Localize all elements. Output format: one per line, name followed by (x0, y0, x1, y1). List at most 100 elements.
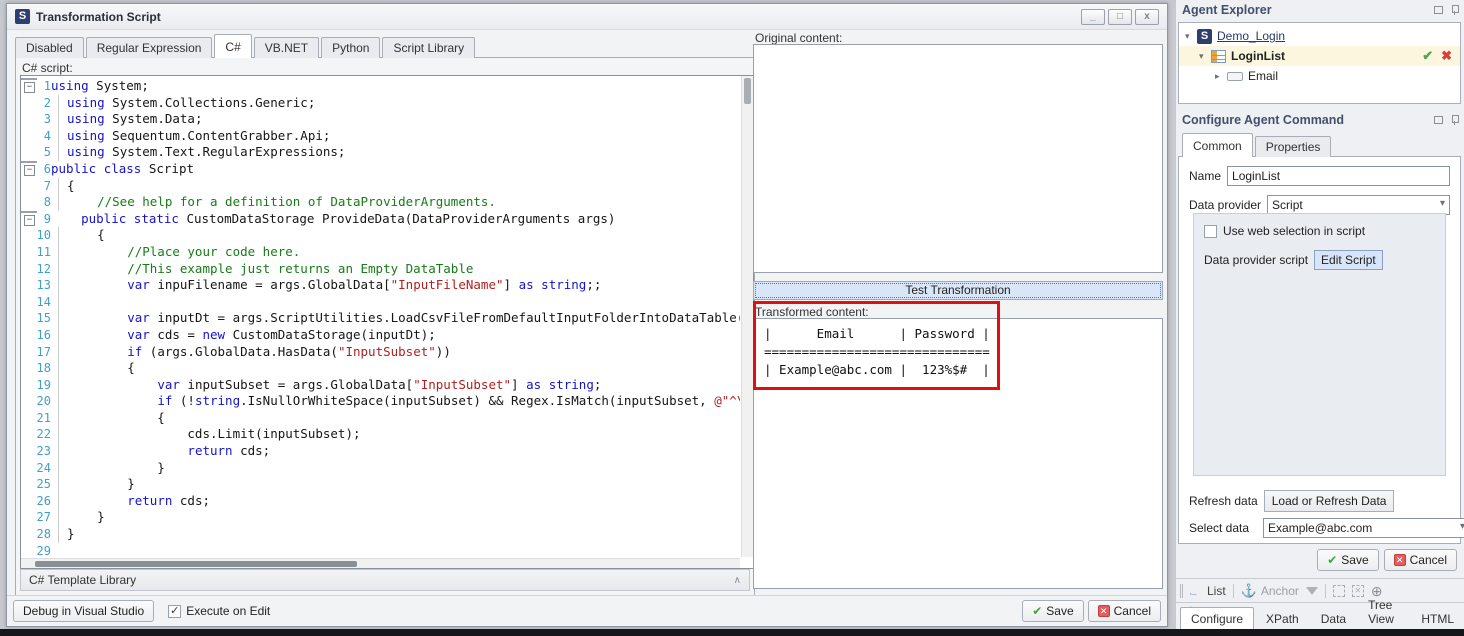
original-content-box[interactable] (753, 44, 1163, 273)
template-library-bar[interactable]: C# Template Library ∧ (20, 569, 750, 591)
pin-icon[interactable] (1451, 5, 1458, 15)
fold-margin[interactable] (51, 144, 67, 161)
collapse-icon[interactable]: ∧ (734, 575, 741, 586)
code-line[interactable]: 20 if (!string.IsNullOrWhiteSpace(inputS… (21, 393, 740, 410)
code-line[interactable]: 22 cds.Limit(inputSubset); (21, 426, 740, 443)
selection-box-icon[interactable] (1333, 585, 1345, 597)
dock-icon[interactable] (1434, 116, 1443, 124)
data-provider-select[interactable]: Script (1267, 195, 1450, 215)
fold-margin[interactable] (51, 460, 67, 477)
filter-icon[interactable] (1306, 587, 1318, 595)
cfg-tab-common[interactable]: Common (1182, 133, 1253, 157)
fold-margin[interactable] (51, 178, 67, 195)
code-line[interactable]: 8 //See help for a definition of DataPro… (21, 194, 740, 211)
fold-margin[interactable] (51, 410, 67, 427)
fold-margin[interactable] (51, 95, 67, 112)
code-line[interactable]: 3using System.Data; (21, 111, 740, 128)
fold-margin[interactable] (21, 161, 37, 163)
cancel-button[interactable]: ✕ Cancel (1088, 600, 1161, 622)
tab-python[interactable]: Python (321, 37, 380, 58)
config-save-button[interactable]: ✔ Save (1317, 549, 1378, 571)
fold-margin[interactable] (51, 111, 67, 128)
code-line[interactable]: 12 //This example just returns an Empty … (21, 261, 740, 278)
fold-margin[interactable] (51, 261, 67, 278)
tree-item-label[interactable]: Email (1248, 69, 1278, 83)
tab-disabled[interactable]: Disabled (15, 37, 84, 58)
view-tab-html[interactable]: HTML (1411, 608, 1464, 630)
code-line[interactable]: 18 { (21, 360, 740, 377)
debug-visual-studio-button[interactable]: Debug in Visual Studio (13, 600, 154, 622)
fold-margin[interactable] (51, 493, 67, 510)
fold-margin[interactable] (51, 327, 67, 344)
tree-item-email[interactable]: ▸ Email (1179, 66, 1460, 86)
code-line[interactable]: 7{ (21, 178, 740, 195)
tab-vb-net[interactable]: VB.NET (254, 37, 319, 58)
view-tab-tree-view[interactable]: Tree View (1358, 594, 1409, 630)
code-line[interactable]: 14 (21, 294, 740, 311)
code-line[interactable]: 15 var inputDt = args.ScriptUtilities.Lo… (21, 310, 740, 327)
fold-margin[interactable] (51, 526, 67, 543)
code-line[interactable]: 16 var cds = new CustomDataStorage(input… (21, 327, 740, 344)
maximize-button[interactable]: □ (1108, 9, 1132, 25)
config-cancel-button[interactable]: ✕ Cancel (1384, 549, 1457, 571)
code-line[interactable]: 19 var inputSubset = args.GlobalData["In… (21, 377, 740, 394)
name-input[interactable]: LoginList (1227, 166, 1450, 186)
tree-item-demo-login[interactable]: ▾ S Demo_Login (1179, 26, 1460, 46)
select-data-dropdown[interactable]: Example@abc.com (1263, 518, 1464, 538)
code-line[interactable]: 13 var inpuFilename = args.GlobalData["I… (21, 277, 740, 294)
caret-down-icon[interactable]: ▾ (1185, 31, 1197, 42)
save-button[interactable]: ✔ Save (1022, 600, 1083, 622)
close-button[interactable]: x (1135, 9, 1159, 25)
code-line[interactable]: 29 (21, 543, 740, 557)
code-line[interactable]: 17 if (args.GlobalData.HasData("InputSub… (21, 344, 740, 361)
test-transformation-button[interactable]: Test Transformation (753, 281, 1163, 300)
fold-margin[interactable] (51, 509, 67, 526)
fold-margin[interactable] (51, 277, 67, 294)
code-line[interactable]: 2using System.Collections.Generic; (21, 95, 740, 112)
code-line[interactable]: 1using System; (21, 78, 740, 95)
caret-down-icon[interactable]: ▾ (1199, 51, 1211, 62)
code-line[interactable]: 25 } (21, 476, 740, 493)
fold-margin[interactable] (51, 393, 67, 410)
execute-on-edit-checkbox[interactable]: ✓ (168, 605, 181, 618)
tree-item-label[interactable]: LoginList (1231, 49, 1285, 63)
editor-horizontal-scrollbar[interactable] (21, 558, 740, 568)
code-line[interactable]: 9 public static CustomDataStorage Provid… (21, 211, 740, 228)
fold-margin[interactable] (51, 194, 67, 211)
fold-margin[interactable] (51, 310, 67, 327)
list-button[interactable]: List (1190, 584, 1226, 598)
confirm-icon[interactable]: ✔ (1422, 48, 1433, 64)
view-tab-xpath[interactable]: XPath (1256, 608, 1309, 630)
transformed-content-box[interactable]: | Email | Password | ===================… (753, 318, 1163, 589)
fold-margin[interactable] (51, 128, 67, 145)
load-refresh-data-button[interactable]: Load or Refresh Data (1264, 490, 1395, 512)
view-tab-data[interactable]: Data (1311, 608, 1356, 630)
dialog-titlebar[interactable]: S Transformation Script _ □ x (7, 4, 1167, 30)
code-line[interactable]: 6public class Script (21, 161, 740, 178)
pin-icon[interactable] (1451, 115, 1458, 125)
fold-margin[interactable] (51, 227, 67, 244)
fold-margin[interactable] (51, 426, 67, 443)
fold-margin[interactable] (51, 476, 67, 493)
delete-icon[interactable]: ✖ (1441, 48, 1452, 64)
code-line[interactable]: 27 } (21, 509, 740, 526)
anchor-button[interactable]: ⚓ Anchor (1241, 583, 1299, 599)
fold-margin[interactable] (51, 443, 67, 460)
dock-icon[interactable] (1434, 6, 1443, 14)
code-line[interactable]: 26 return cds; (21, 493, 740, 510)
scrollbar-thumb[interactable] (35, 561, 357, 567)
code-line[interactable]: 21 { (21, 410, 740, 427)
scrollbar-thumb[interactable] (744, 78, 751, 104)
fold-margin[interactable] (21, 78, 37, 80)
code-line[interactable]: 5using System.Text.RegularExpressions; (21, 144, 740, 161)
caret-right-icon[interactable]: ▸ (1215, 71, 1227, 82)
fold-margin[interactable] (51, 360, 67, 377)
code-line[interactable]: 4using Sequentum.ContentGrabber.Api; (21, 128, 740, 145)
toolbar-grip[interactable] (1180, 584, 1183, 598)
tab-regular-expression[interactable]: Regular Expression (86, 37, 213, 58)
code-line[interactable]: 11 //Place your code here. (21, 244, 740, 261)
tab-c-[interactable]: C# (214, 34, 251, 58)
use-web-selection-checkbox[interactable] (1204, 225, 1217, 238)
tree-item-label[interactable]: Demo_Login (1217, 29, 1285, 43)
tab-script-library[interactable]: Script Library (382, 37, 475, 58)
